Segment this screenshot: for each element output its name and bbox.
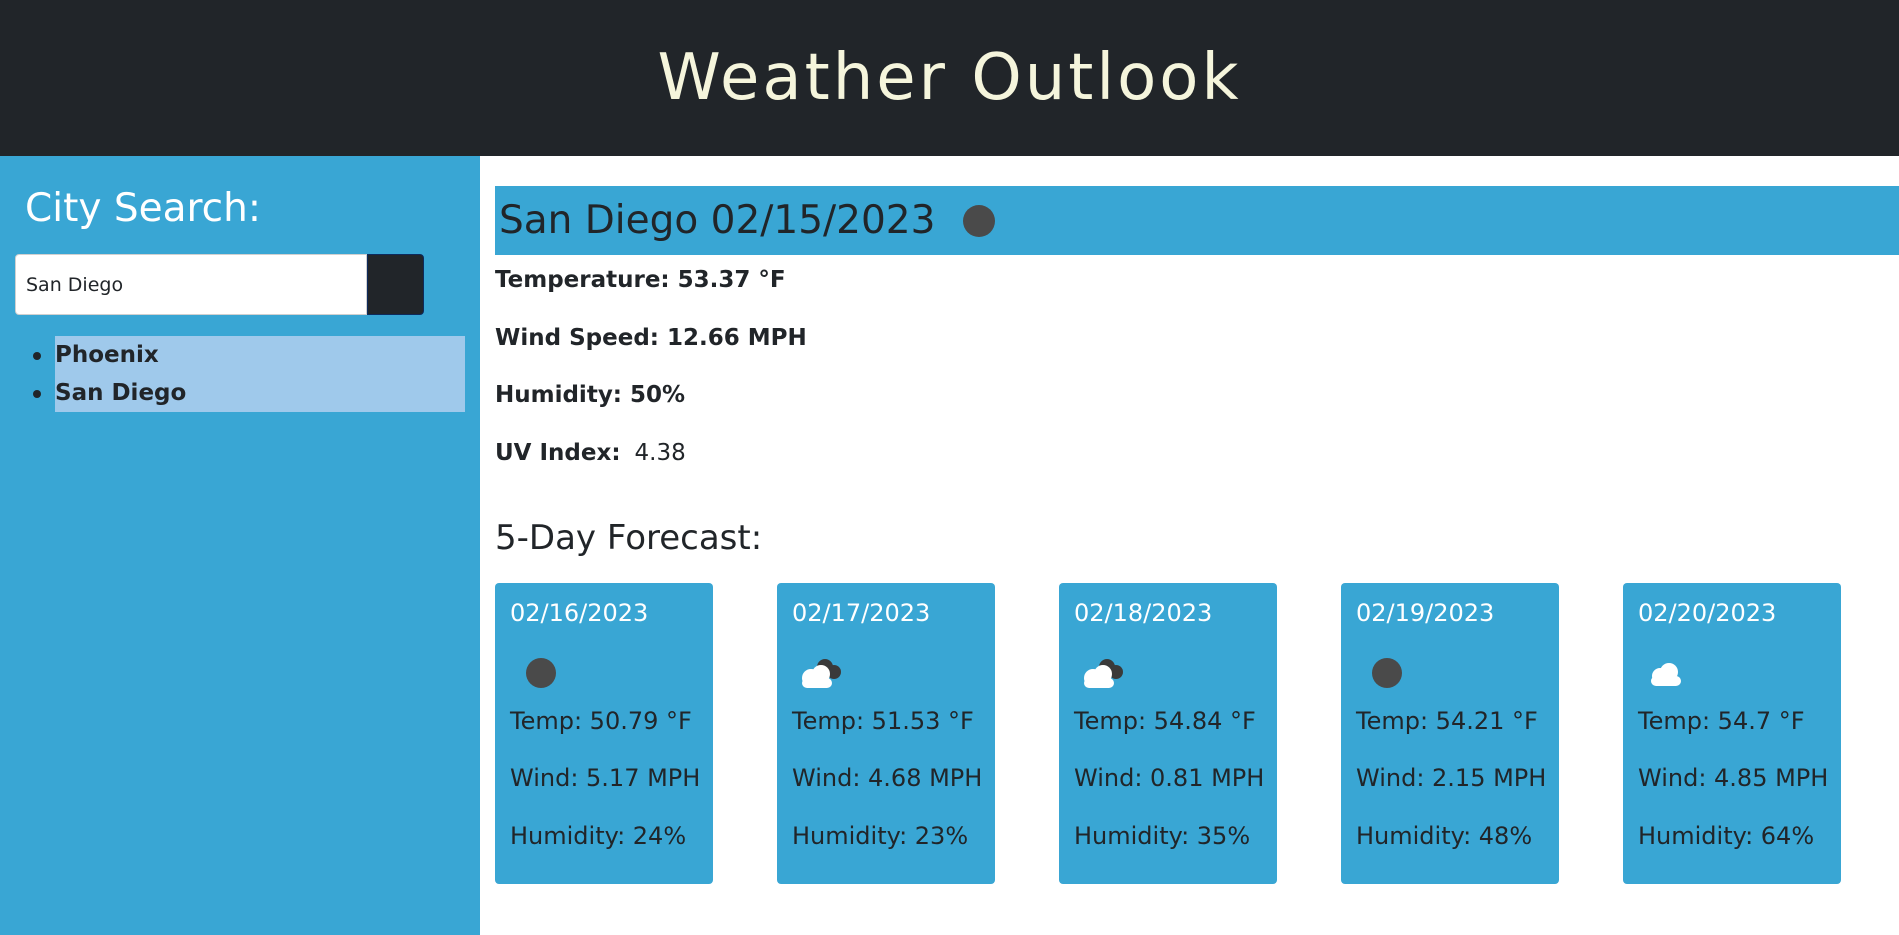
forecast-card: 02/18/2023 Temp: 54.84 °F Wind: 0.81 MPH… [1059, 583, 1277, 884]
uv-value: 4.38 [634, 440, 686, 466]
forecast-date: 02/16/2023 [510, 599, 649, 627]
broken-clouds-icon [1074, 653, 1134, 693]
broken-clouds-icon [792, 653, 852, 693]
history-item-phoenix[interactable]: Phoenix [33, 336, 465, 374]
forecast-wind: Wind: 4.68 MPH [792, 764, 983, 792]
forecast-card: 02/19/2023 Temp: 54.21 °F Wind: 2.15 MPH… [1341, 583, 1559, 884]
forecast-temp: Temp: 54.84 °F [1074, 707, 1256, 735]
history-item-san-diego[interactable]: San Diego [33, 374, 465, 412]
search-history-list: Phoenix San Diego [33, 336, 465, 412]
forecast-wind: Wind: 2.15 MPH [1356, 764, 1547, 792]
current-uv: UV Index: 4.38 [495, 440, 686, 466]
main-content: San Diego 02/15/2023 Temperature: 53.37 … [480, 156, 1899, 935]
forecast-card: 02/17/2023 Temp: 51.53 °F Wind: 4.68 MPH… [777, 583, 995, 884]
current-temperature: Temperature: 53.37 °F [495, 267, 786, 293]
page-header: Weather Outlook [0, 0, 1899, 156]
dark-circle-icon [510, 653, 570, 693]
forecast-title: 5-Day Forecast: [495, 518, 763, 558]
forecast-humidity: Humidity: 23% [792, 822, 969, 850]
current-humidity: Humidity: 50% [495, 382, 686, 408]
forecast-date: 02/18/2023 [1074, 599, 1213, 627]
current-weather-header: San Diego 02/15/2023 [495, 186, 1899, 255]
forecast-wind: Wind: 4.85 MPH [1638, 764, 1829, 792]
forecast-wind: Wind: 5.17 MPH [510, 764, 701, 792]
forecast-temp: Temp: 51.53 °F [792, 707, 974, 735]
city-search-title: City Search: [25, 186, 261, 231]
forecast-humidity: Humidity: 48% [1356, 822, 1533, 850]
cloud-icon [1638, 653, 1698, 693]
current-city-date: San Diego 02/15/2023 [499, 198, 936, 243]
forecast-temp: Temp: 54.7 °F [1638, 707, 1805, 735]
search-button[interactable] [367, 254, 424, 315]
current-wind: Wind Speed: 12.66 MPH [495, 325, 807, 351]
forecast-date: 02/19/2023 [1356, 599, 1495, 627]
app-title: Weather Outlook [657, 41, 1242, 115]
forecast-temp: Temp: 50.79 °F [510, 707, 692, 735]
forecast-humidity: Humidity: 64% [1638, 822, 1815, 850]
uv-label: UV Index: [495, 440, 621, 466]
forecast-humidity: Humidity: 24% [510, 822, 687, 850]
forecast-card: 02/20/2023 Temp: 54.7 °F Wind: 4.85 MPH … [1623, 583, 1841, 884]
forecast-date: 02/17/2023 [792, 599, 931, 627]
search-form [15, 254, 424, 315]
forecast-humidity: Humidity: 35% [1074, 822, 1251, 850]
forecast-temp: Temp: 54.21 °F [1356, 707, 1538, 735]
forecast-card: 02/16/2023 Temp: 50.79 °F Wind: 5.17 MPH… [495, 583, 713, 884]
forecast-date: 02/20/2023 [1638, 599, 1777, 627]
dark-circle-icon [963, 204, 996, 237]
city-search-input[interactable] [15, 254, 367, 315]
sidebar: City Search: Phoenix San Diego [0, 156, 480, 935]
forecast-wind: Wind: 0.81 MPH [1074, 764, 1265, 792]
dark-circle-icon [1356, 653, 1416, 693]
